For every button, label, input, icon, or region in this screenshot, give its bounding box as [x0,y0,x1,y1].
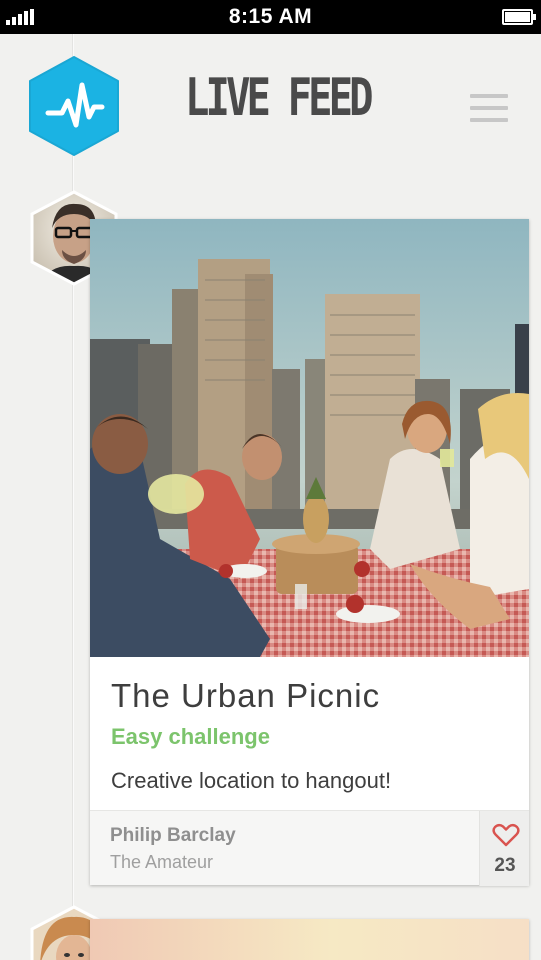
card-description: Creative location to hangout! [111,768,392,793]
status-time: 8:15 AM [228,5,313,28]
timeline-line [72,34,74,960]
like-count: 23 [494,855,516,876]
feed-card[interactable] [90,919,529,960]
like-button[interactable]: 23 [479,811,529,886]
page-title: LIVE FEED [185,68,374,128]
heart-icon [492,823,520,847]
card-title: The Urban Picnic [111,677,381,714]
author-rank: The Amateur [110,852,214,872]
difficulty-label: Easy challenge [111,724,270,749]
author-name[interactable]: Philip Barclay [110,825,236,847]
hamburger-menu-icon[interactable] [470,94,508,122]
feed-card[interactable]: The Urban Picnic Easy challenge Creative… [90,219,529,886]
battery-icon [502,9,536,25]
status-bar: 8:15 AM [0,0,541,34]
picnic-photo[interactable] [90,219,529,657]
card-footer: Philip Barclay The Amateur 23 [90,810,529,886]
pulse-hexagon-icon[interactable] [26,55,122,157]
